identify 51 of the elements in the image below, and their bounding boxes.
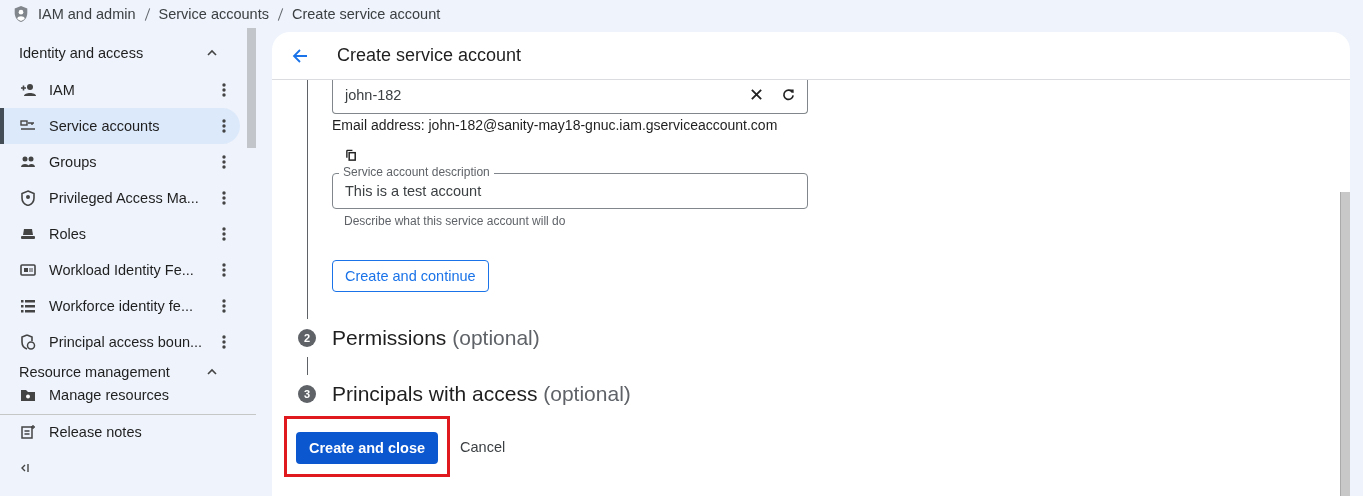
sidebar-item[interactable]: Service accounts [0, 108, 240, 144]
section-heading: Identity and access [19, 45, 144, 61]
breadcrumb-link[interactable]: Create service account [291, 6, 441, 22]
sidebar-item[interactable]: IAM [0, 72, 240, 108]
sidebar-item[interactable]: Manage resources [0, 384, 240, 406]
more-icon[interactable] [222, 334, 226, 350]
item-icon [20, 226, 36, 242]
more-icon[interactable] [222, 82, 226, 98]
input-field[interactable]: john-182 [332, 80, 808, 114]
breadcrumb-link[interactable]: Service accounts [158, 6, 269, 22]
scrollbar[interactable] [247, 28, 256, 148]
step-title: Permissions (optional) [332, 326, 540, 350]
notes-icon [20, 424, 36, 440]
helper-text: Describe what this service account will do [344, 214, 566, 228]
action-button[interactable]: Cancel [454, 437, 512, 456]
step-number: 3 [298, 385, 316, 403]
section-heading: Resource management [19, 364, 170, 380]
more-icon[interactable] [222, 118, 226, 134]
sidebar-item[interactable]: Groups [0, 144, 240, 180]
clear-icon[interactable] [750, 88, 763, 101]
sidebar-item[interactable]: Principal access boun... [0, 324, 240, 360]
more-icon[interactable] [222, 226, 226, 242]
shield-icon [12, 5, 30, 23]
more-icon[interactable] [222, 262, 226, 278]
sidebar-item[interactable]: Roles [0, 216, 240, 252]
email-address: Email address: john-182@sanity-may18-gnuc.iam.gserviceaccount.com [332, 117, 778, 133]
item-icon [20, 262, 36, 278]
item-icon [20, 334, 36, 350]
sidebar-item[interactable]: Privileged Access Ma... [0, 180, 240, 216]
sidebar-item[interactable]: Workforce identity fe... [0, 288, 240, 324]
collapse-icon[interactable] [20, 462, 32, 474]
item-icon [20, 154, 36, 170]
more-icon[interactable] [222, 190, 226, 206]
refresh-icon[interactable] [782, 88, 795, 101]
sidebar-item[interactable]: Release notes [0, 415, 256, 449]
action-button[interactable]: Create and close [296, 432, 439, 464]
more-icon[interactable] [222, 154, 226, 170]
breadcrumb-link[interactable]: IAM and admin [38, 6, 136, 22]
item-icon [20, 190, 36, 206]
item-icon [20, 387, 36, 403]
page-title: Create service account [337, 45, 522, 66]
step-title: Principals with access (optional) [332, 382, 631, 406]
item-icon [20, 82, 36, 98]
scrollbar[interactable] [1340, 192, 1350, 496]
copy-icon[interactable] [345, 148, 358, 162]
step-number: 2 [298, 329, 316, 347]
more-icon[interactable] [222, 298, 226, 314]
item-icon [20, 298, 36, 314]
back-arrow-icon[interactable] [292, 47, 308, 64]
sidebar-item[interactable]: Workload Identity Fe... [0, 252, 240, 288]
create-continue-button[interactable]: Create and continue [332, 260, 489, 292]
